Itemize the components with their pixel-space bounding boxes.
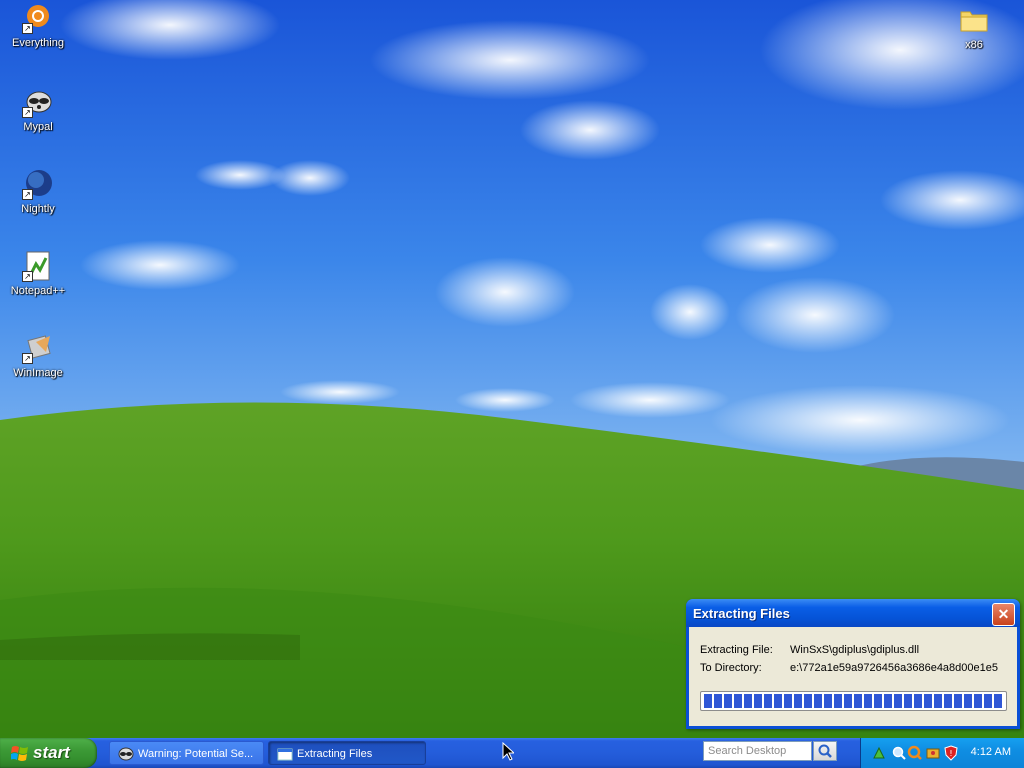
svg-text:!: ! <box>949 749 952 758</box>
dialog-titlebar[interactable]: Extracting Files ✕ <box>686 599 1020 627</box>
mypal-icon: ↗ <box>22 86 54 118</box>
everything-icon: ↗ <box>22 2 54 34</box>
shortcut-arrow-icon: ↗ <box>22 353 33 364</box>
extracting-file-label: Extracting File: <box>700 644 773 656</box>
extraction-progress-bar <box>700 691 1007 711</box>
shortcut-arrow-icon: ↗ <box>22 189 33 200</box>
dialog-title: Extracting Files <box>693 606 790 621</box>
shortcut-arrow-icon: ↗ <box>22 23 33 34</box>
taskbar-item-extracting-files[interactable]: Extracting Files <box>268 741 426 765</box>
to-directory-value: e:\772a1e59a9726456a3686e4a8d00e1e5 <box>790 662 998 674</box>
shortcut-arrow-icon: ↗ <box>22 107 33 118</box>
desktop-icon-label: WinImage <box>13 367 63 379</box>
dialog-body: Extracting File: WinSxS\gdiplus\gdiplus.d… <box>689 627 1017 726</box>
desktop-icon-label: Notepad++ <box>10 285 66 297</box>
desktop-icon-label: x86 <box>965 39 983 51</box>
shortcut-arrow-icon: ↗ <box>22 271 33 282</box>
network-icon[interactable] <box>871 745 887 761</box>
system-tray: ! 4:12 AM <box>860 738 1024 768</box>
desktop-icon-label: Mypal <box>23 121 53 133</box>
window-icon <box>277 748 293 761</box>
mypal-icon <box>118 747 134 761</box>
windows-logo-icon <box>11 746 28 761</box>
to-directory-label: To Directory: <box>700 662 762 674</box>
extracting-file-row: Extracting File: WinSxS\gdiplus\gdiplus.d… <box>700 644 919 656</box>
winimage-icon: ↗ <box>22 332 54 364</box>
folder-icon <box>958 4 990 36</box>
everything-tray-icon[interactable] <box>907 745 923 761</box>
taskbar-item-label: Warning: Potential Se... <box>138 748 254 760</box>
desktop-icon-label: Nightly <box>21 203 55 215</box>
search-button[interactable] <box>813 741 837 761</box>
desktop-icon-notepadpp[interactable]: ↗ Notepad++ <box>0 250 76 297</box>
notepadpp-icon: ↗ <box>22 250 54 282</box>
taskbar-item-label: Extracting Files <box>297 748 373 760</box>
desktop-icon-mypal[interactable]: ↗ Mypal <box>0 86 76 133</box>
desktop-icon-nightly[interactable]: ↗ Nightly <box>0 168 76 215</box>
security-shield-icon[interactable]: ! <box>943 745 959 761</box>
taskbar-clock[interactable]: 4:12 AM <box>971 746 1011 758</box>
search-desktop-input[interactable]: Search Desktop <box>703 741 812 761</box>
to-directory-row: To Directory: e:\772a1e59a9726456a3686e4a… <box>700 662 998 674</box>
progress-fill <box>704 694 1003 708</box>
mouse-cursor-icon <box>502 742 514 761</box>
extracting-files-dialog: Extracting Files ✕ Extracting File: WinSx… <box>686 599 1020 729</box>
extracting-file-value: WinSxS\gdiplus\gdiplus.dll <box>790 644 920 656</box>
magnifier-icon[interactable] <box>891 745 907 761</box>
desktop-icon-winimage[interactable]: ↗ WinImage <box>0 332 76 379</box>
close-button[interactable]: ✕ <box>992 603 1015 626</box>
search-icon <box>818 744 832 758</box>
start-label: start <box>33 743 70 762</box>
nightly-icon: ↗ <box>22 168 54 200</box>
desktop-icon-x86-folder[interactable]: x86 <box>936 4 1012 51</box>
start-button[interactable]: start <box>0 738 97 768</box>
settings-tray-icon[interactable] <box>925 745 941 761</box>
taskbar-item-warning[interactable]: Warning: Potential Se... <box>109 741 264 765</box>
desktop-icon-everything[interactable]: ↗ Everything <box>0 2 76 49</box>
desktop-icon-label: Everything <box>12 37 64 49</box>
close-icon: ✕ <box>997 606 1010 622</box>
